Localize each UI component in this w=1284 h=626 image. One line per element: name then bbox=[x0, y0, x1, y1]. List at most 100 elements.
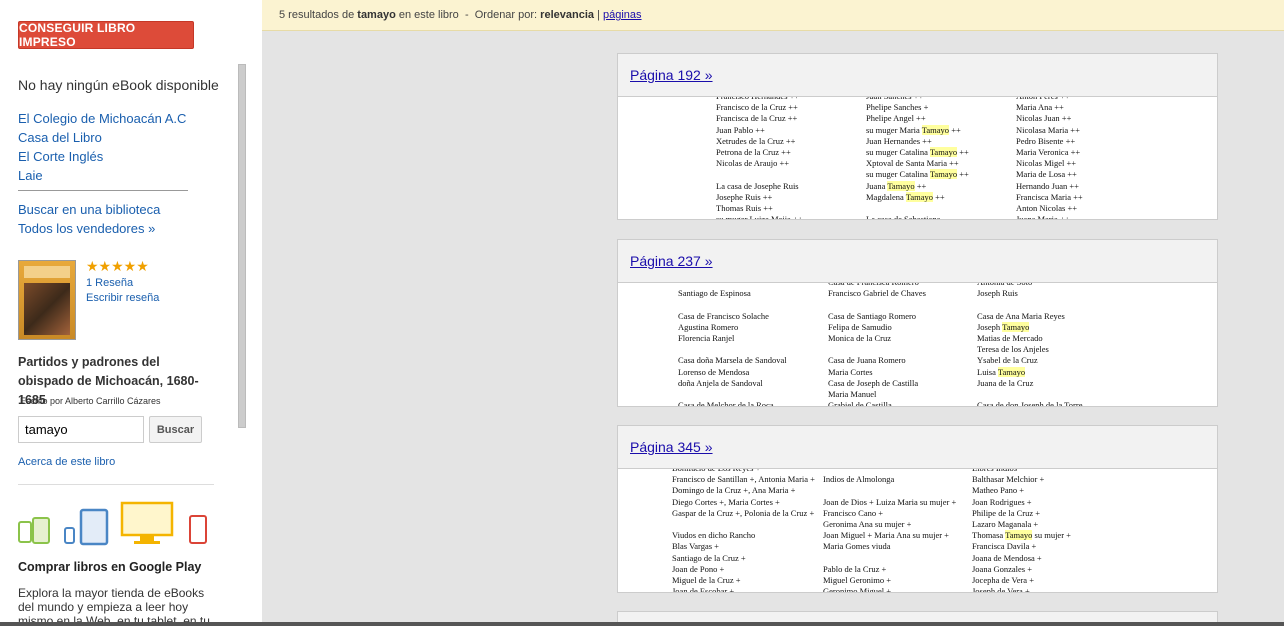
snippet-line: Casa de Melchor de la Roca bbox=[678, 400, 774, 406]
get-print-book-button[interactable]: CONSEGUIR LIBRO IMPRESO bbox=[18, 21, 194, 49]
write-review-link[interactable]: Escribir reseña bbox=[86, 292, 159, 304]
cover-painting bbox=[24, 283, 70, 335]
snippet-line: Ysabel de la Cruz bbox=[977, 355, 1038, 366]
seller-link-casa-del-libro[interactable]: Casa del Libro bbox=[18, 128, 186, 147]
search-in-book-input[interactable] bbox=[18, 416, 144, 443]
snippet-line: su muger Maria Tamayo ++ bbox=[866, 124, 961, 135]
snippet-line: Pedro Bisente ++ bbox=[1016, 135, 1076, 146]
find-library-link[interactable]: Buscar en una biblioteca bbox=[18, 200, 160, 219]
snippet-line: Juan Hernandes ++ bbox=[866, 135, 932, 146]
snippet-line: Lazaro Maganala + bbox=[972, 518, 1039, 529]
snippet-line: Felipa de Samudio bbox=[828, 321, 892, 332]
snippet-line: Casa de Santiago Romero bbox=[828, 310, 917, 321]
snippet-line: Juan Pablo ++ bbox=[716, 124, 765, 135]
snippet-line: Jocepha de Vera + bbox=[972, 574, 1034, 585]
results-count: 5 resultados de bbox=[279, 9, 355, 21]
page-snippet-image[interactable]: Francisco Hernandes ++Francisco de la Cr… bbox=[618, 97, 1217, 219]
snippet-line: Matheo Pano + bbox=[972, 485, 1025, 496]
highlighted-term: Tamayo bbox=[921, 124, 950, 135]
sidebar-scrollbar[interactable] bbox=[238, 64, 246, 428]
snippet-line: Casa de don Joseph de la Torre bbox=[977, 400, 1083, 406]
snippet-line: Joseph de Vera + bbox=[972, 586, 1030, 592]
seller-link-corte-ingles[interactable]: El Corte Inglés bbox=[18, 147, 186, 166]
page-snippet-image[interactable]: Bonifacio de Los Reyes +Francisco de San… bbox=[618, 469, 1217, 592]
snippet-line: Geronimo Miguel + bbox=[823, 586, 892, 592]
snippet-line: Teresa de los Anjeles bbox=[977, 344, 1049, 355]
separator-pipe: | bbox=[597, 9, 600, 21]
snippet-line: su muger Catalina Tamayo ++ bbox=[866, 146, 969, 157]
snippet-line: Monica de la Cruz bbox=[828, 332, 892, 343]
snippet-line: doña Anjela de Sandoval bbox=[678, 377, 763, 388]
book-author: Escrito por Alberto Carrillo Cázares bbox=[20, 396, 161, 406]
snippet-line: Casa de Joseph de Castilla bbox=[828, 377, 919, 388]
snippet-line: Joseph Ruis bbox=[977, 288, 1018, 299]
search-result-card: Página 237 » Santiago de Espinosa Casa de… bbox=[617, 239, 1218, 407]
highlighted-term: Tamayo bbox=[929, 146, 958, 157]
snippet-line: Diego Cortes +, Maria Cortes + bbox=[672, 496, 780, 507]
snippet-line: Joana de Mendosa + bbox=[972, 552, 1042, 563]
result-page-link[interactable]: Página 345 » bbox=[630, 439, 713, 455]
snippet-line bbox=[823, 553, 956, 564]
divider bbox=[18, 190, 188, 191]
snippet-line: Joana Gonzales + bbox=[972, 563, 1033, 574]
snippet-line: Francisco Cano + bbox=[823, 507, 884, 518]
highlighted-term: Tamayo bbox=[1005, 530, 1033, 541]
order-pages-link[interactable]: páginas bbox=[603, 9, 642, 21]
all-sellers-link[interactable]: Todos los vendedores » bbox=[18, 219, 160, 238]
snippet-line: Matias de Mercado bbox=[977, 332, 1043, 343]
snippet-line: Santiago de la Cruz + bbox=[672, 552, 746, 563]
seller-link-laie[interactable]: Laie bbox=[18, 166, 186, 185]
snippet-line: Casa doña Marsela de Sandoval bbox=[678, 355, 787, 366]
snippet-line bbox=[672, 519, 815, 530]
snippet-line: Maria Gomes viuda bbox=[823, 541, 891, 552]
snippet-line bbox=[678, 299, 787, 310]
seller-link-colegio[interactable]: El Colegio de Michoacán A.C bbox=[18, 109, 186, 128]
page-snippet-image[interactable]: Santiago de Espinosa Casa de Francisco So… bbox=[618, 283, 1217, 406]
search-button[interactable]: Buscar bbox=[149, 416, 202, 443]
search-result-card: Página 192 » Francisco Hernandes ++Franc… bbox=[617, 53, 1218, 220]
order-relevance: relevancia bbox=[540, 9, 594, 21]
snippet-line: Geronima Ana su mujer + bbox=[823, 518, 912, 529]
snippet-line bbox=[828, 344, 926, 355]
highlighted-term: Tamayo bbox=[887, 180, 915, 191]
snippet-line: Thomas Ruis ++ bbox=[716, 202, 773, 213]
snippet-line: Phelipe Angel ++ bbox=[866, 113, 926, 124]
snippet-line: Viudos en dicho Rancho bbox=[672, 530, 756, 541]
snippet-line: Grabiel de Castilla bbox=[828, 400, 892, 406]
snippet-line: Joan de Pono + bbox=[672, 563, 725, 574]
result-header: Página 192 » bbox=[618, 54, 1217, 97]
book-cover-image[interactable] bbox=[18, 260, 76, 340]
no-ebook-text: No hay ningún eBook disponible bbox=[18, 77, 219, 93]
results-summary-bar: 5 resultados de tamayo en este libro - O… bbox=[262, 0, 1284, 31]
snippet-line: Joan de Escobar + bbox=[672, 586, 735, 592]
snippet-line: Blas Vargas + bbox=[672, 541, 719, 552]
snippet-line: Lorenso de Mendosa bbox=[678, 366, 750, 377]
results-area: 5 resultados de tamayo en este libro - O… bbox=[262, 0, 1284, 626]
search-result-card: Página 345 » Bonifacio de Los Reyes +Fra… bbox=[617, 425, 1218, 593]
reviews-link[interactable]: 1 Reseña bbox=[86, 277, 133, 289]
snippet-line: La casa de Josephe Ruis bbox=[716, 180, 799, 191]
snippet-line: Anton Nicolas ++ bbox=[1016, 202, 1078, 213]
snippet-line bbox=[716, 169, 803, 180]
seller-list: El Colegio de Michoacán A.C Casa del Lib… bbox=[18, 109, 186, 185]
snippet-line: Nicolasa Maria ++ bbox=[1016, 124, 1080, 135]
about-book-link[interactable]: Acerca de este libro bbox=[18, 456, 115, 468]
snippet-line: Indios de Almolonga bbox=[823, 474, 895, 485]
snippet-line: Florencia Ranjel bbox=[678, 332, 735, 343]
snippet-line: Maria Veronica ++ bbox=[1016, 146, 1081, 157]
snippet-line: Nicolas Juan ++ bbox=[1016, 113, 1072, 124]
devices-illustration-icon bbox=[18, 501, 207, 546]
snippet-line: Casa de Ana Maria Reyes bbox=[977, 310, 1065, 321]
separator-dash: - bbox=[464, 9, 469, 21]
snippet-line bbox=[678, 389, 787, 400]
snippet-line: Maria de Losa ++ bbox=[1016, 169, 1077, 180]
snippet-line: Nicolas Migel ++ bbox=[1016, 158, 1077, 169]
more-links: Buscar en una biblioteca Todos los vende… bbox=[18, 200, 160, 238]
result-page-link[interactable]: Página 192 » bbox=[630, 67, 713, 83]
snippet-line: Luisa Tamayo bbox=[977, 366, 1026, 377]
result-page-link[interactable]: Página 237 » bbox=[630, 253, 713, 269]
snippet-line: Miguel Geronimo + bbox=[823, 574, 892, 585]
snippet-line: Gaspar de la Cruz +, Polonia de la Cruz … bbox=[672, 507, 815, 518]
snippet-line: Maria Cortes bbox=[828, 366, 873, 377]
snippet-line: Magdalena Tamayo ++ bbox=[866, 191, 945, 202]
